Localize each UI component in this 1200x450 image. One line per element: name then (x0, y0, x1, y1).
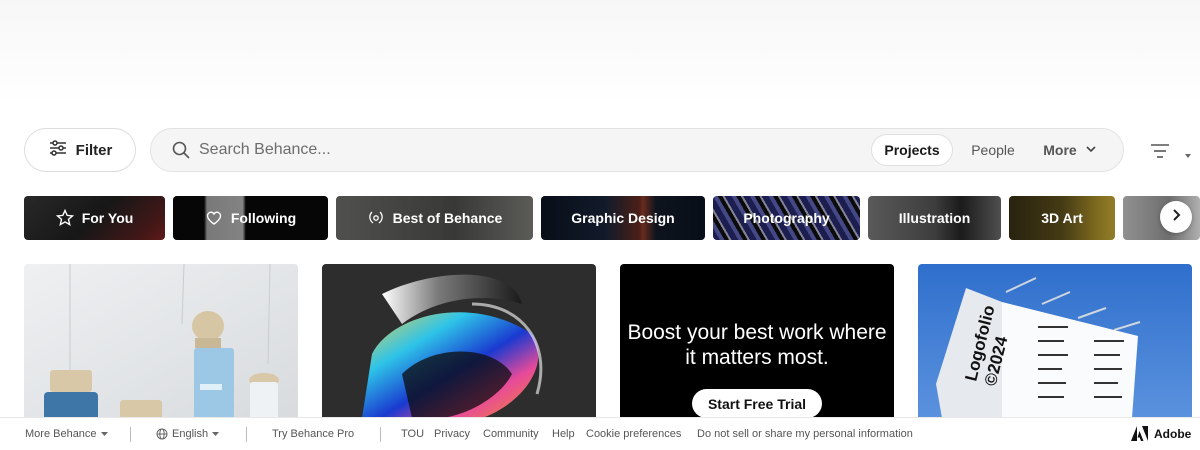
chevron-down-icon (1085, 142, 1097, 158)
more-label: More (1043, 142, 1077, 158)
chip-label: Illustration (898, 210, 971, 226)
language-label: English (172, 428, 209, 440)
chip-label: Photography (743, 210, 830, 226)
caret-down-icon (100, 431, 108, 436)
chip-for-you[interactable]: For You (24, 196, 165, 240)
chip-label: Best of Behance (392, 210, 503, 226)
footer-link-cookie-preferences[interactable]: Cookie preferences (586, 428, 681, 440)
chip-best-of-behance[interactable]: Best of Behance (336, 196, 533, 240)
adobe-logo-icon (1131, 426, 1148, 441)
search-icon (171, 140, 191, 160)
chip-following[interactable]: Following (173, 196, 328, 240)
filter-button[interactable]: Filter (24, 128, 136, 172)
try-behance-pro-link[interactable]: Try Behance Pro (272, 428, 354, 440)
hero-banner-area (0, 0, 1200, 105)
sliders-icon (48, 138, 68, 162)
sort-icon[interactable] (1148, 140, 1172, 162)
start-free-trial-button[interactable]: Start Free Trial (691, 389, 823, 418)
scroll-right-button[interactable] (1160, 201, 1192, 233)
footer-link-label: TOU (401, 428, 425, 440)
chip-label: For You (81, 210, 134, 226)
footer-link-label: Cookie preferences (586, 428, 682, 440)
tab-people-label: People (971, 142, 1015, 158)
footer-link-label: Do not sell or share my personal informa… (697, 428, 913, 440)
star-icon (55, 209, 74, 227)
footer-link-label: Privacy (434, 428, 471, 440)
project-card-chrome-3d[interactable] (322, 264, 596, 418)
chip-photography[interactable]: Photography (713, 196, 860, 240)
divider (246, 427, 247, 442)
search-bar[interactable]: Projects People More (150, 128, 1124, 172)
footer-link-label: Community (483, 428, 539, 440)
footer-link-label: Help (552, 428, 575, 440)
more-behance-label: More Behance (25, 428, 97, 440)
caret-down-icon[interactable] (1183, 147, 1193, 158)
chip-graphic-design[interactable]: Graphic Design (541, 196, 705, 240)
heart-icon (205, 209, 223, 227)
divider (380, 427, 381, 442)
filter-label: Filter (75, 141, 113, 159)
project-card-bottles[interactable] (24, 264, 298, 418)
chevron-right-icon (1169, 208, 1183, 227)
project-thumbnail (24, 264, 298, 418)
chip-label: Graphic Design (571, 210, 675, 226)
footer-link-privacy[interactable]: Privacy (434, 428, 470, 440)
footer-link-do-not-sell[interactable]: Do not sell or share my personal informa… (697, 428, 913, 440)
category-chips: For You Following Best of Behance Graphi… (24, 196, 1200, 240)
search-input[interactable] (199, 130, 799, 170)
footer-link-community[interactable]: Community (483, 428, 539, 440)
project-thumbnail: Logofolio ©2024 (918, 264, 1192, 418)
tab-projects-label: Projects (884, 142, 940, 158)
project-card-billboard[interactable]: Logofolio ©2024 (918, 264, 1192, 418)
chip-illustration[interactable]: Illustration (868, 196, 1001, 240)
tab-projects[interactable]: Projects (871, 134, 953, 166)
more-behance-dropdown[interactable]: More Behance (25, 428, 108, 440)
language-selector[interactable]: English (156, 428, 220, 440)
promo-card: Boost your best work where it matters mo… (620, 264, 894, 418)
try-pro-label: Try Behance Pro (272, 428, 355, 440)
project-thumbnail (322, 264, 596, 418)
tab-people[interactable]: People (963, 134, 1023, 166)
chip-label: 3D Art (1041, 210, 1083, 226)
divider (130, 427, 131, 442)
promo-headline: Boost your best work where it matters mo… (627, 321, 887, 369)
chip-label: Following (230, 210, 297, 226)
more-dropdown[interactable]: More (1035, 134, 1105, 166)
footer-link-tou[interactable]: TOU (401, 428, 424, 440)
adobe-label: Adobe (1154, 426, 1192, 441)
globe-icon (156, 428, 168, 440)
footer: More Behance English Try Behance Pro TOU… (0, 417, 1200, 450)
laurel-icon (367, 209, 385, 227)
adobe-brand-link[interactable]: Adobe (1131, 426, 1191, 441)
chip-3d-art[interactable]: 3D Art (1009, 196, 1115, 240)
caret-down-icon (212, 431, 220, 436)
footer-link-help[interactable]: Help (552, 428, 575, 440)
